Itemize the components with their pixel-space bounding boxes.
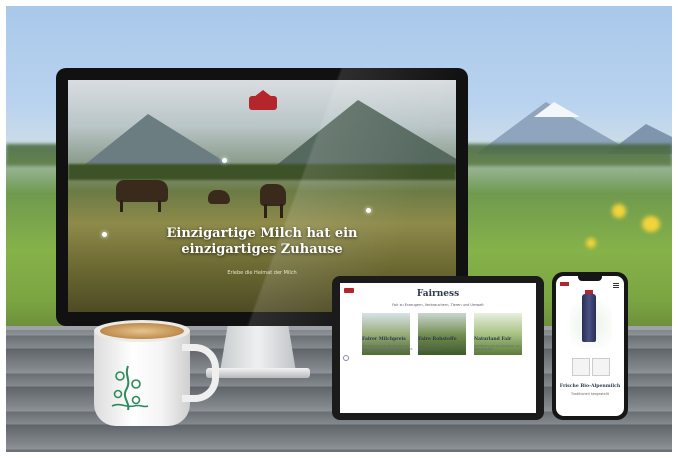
section-subtitle: Fair zu Erzeugern, Verbrauchern, Tieren … [392, 303, 484, 307]
coffee-foam [100, 323, 184, 339]
hotspot-marker[interactable] [222, 158, 227, 163]
fairness-card[interactable] [474, 313, 522, 359]
product-name: Frische Bio-Alpenmilch [559, 384, 621, 389]
flower [612, 204, 626, 218]
fairness-card[interactable] [418, 313, 466, 359]
brand-logo[interactable] [560, 282, 569, 286]
tablet-device: Fairness Fair zu Erzeugern, Verbrauchern… [332, 276, 544, 420]
mockup-scene: Einzigartige Milch hat ein einzigartiges… [6, 6, 672, 452]
milk-bottle [582, 294, 596, 342]
product-thumbnail[interactable] [592, 358, 610, 376]
background-snow-peak [534, 102, 580, 117]
cup-handle [182, 344, 219, 402]
cow [116, 180, 168, 202]
section-title: Fairness [416, 289, 460, 299]
cow [208, 190, 230, 204]
phone-screen[interactable]: Frische Bio-Alpenmilch Traditionell herg… [556, 276, 624, 416]
product-description: Traditionell hergestellt [571, 392, 609, 396]
edelweiss-decoration-icon [111, 365, 149, 411]
cow-leg [158, 200, 161, 212]
card-text: Zertifiziert nach den Richtlinien von Na… [474, 345, 521, 352]
card-title: Naturland Fair [474, 337, 512, 342]
card-text: Wir zahlen unseren Bäuerinnen und Bauern… [362, 345, 414, 352]
flower [642, 216, 660, 232]
monitor-foot [206, 368, 310, 378]
phone-notch [578, 276, 602, 281]
side-nav-icon[interactable] [343, 355, 349, 361]
flower [586, 238, 596, 248]
product-thumbnail[interactable] [572, 358, 590, 376]
smartphone-device: Frische Bio-Alpenmilch Traditionell herg… [552, 272, 628, 420]
fairness-card[interactable] [362, 313, 410, 359]
card-title: Faire Rohstoffe [418, 337, 457, 342]
monitor-stand [220, 326, 296, 372]
card-text: Zutaten aus fairem Handel und regionalem… [418, 345, 459, 352]
card-title: Fairer Milchpreis [362, 337, 406, 342]
cow-leg [120, 200, 123, 212]
hero-mountain [78, 114, 238, 170]
hamburger-menu-icon[interactable] [613, 283, 619, 284]
tablet-screen[interactable]: Fairness Fair zu Erzeugern, Verbrauchern… [340, 283, 536, 413]
